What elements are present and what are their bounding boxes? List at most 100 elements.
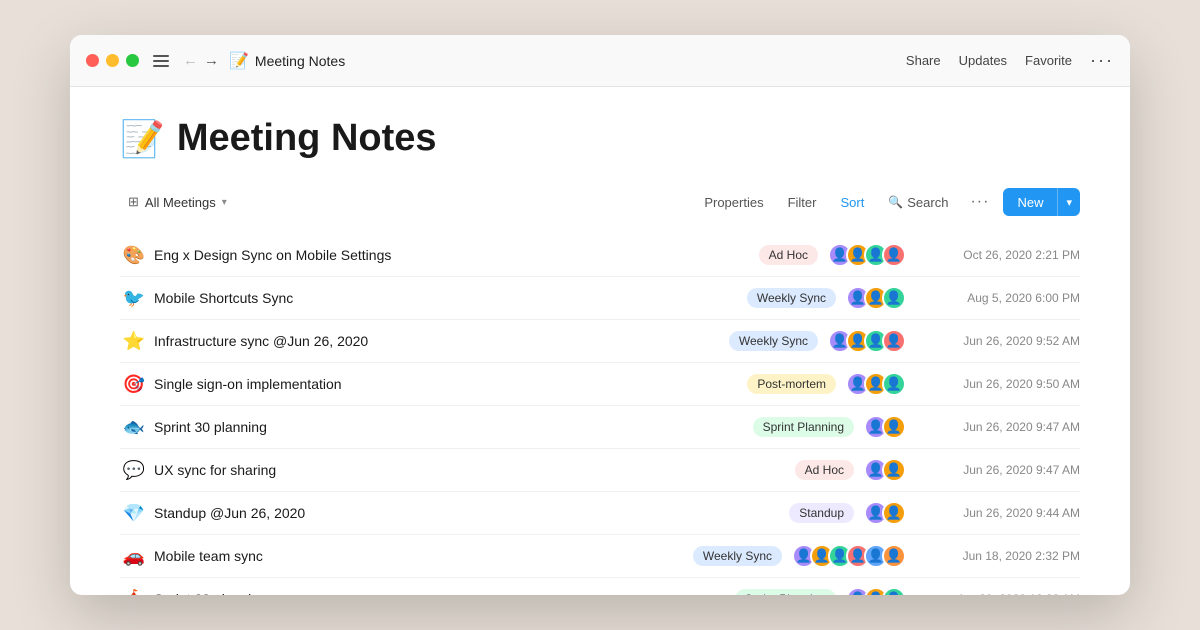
chevron-down-icon: ▾ [222, 197, 227, 208]
row-title: Standup @Jun 26, 2020 [154, 505, 789, 521]
row-date: Jun 26, 2020 9:47 AM [920, 463, 1080, 477]
row-date: Jun 26, 2020 9:47 AM [920, 420, 1080, 434]
search-icon: 🔍 [888, 195, 903, 209]
app-window: ← → 📝 Meeting Notes Share Updates Favori… [70, 35, 1130, 595]
share-button[interactable]: Share [906, 53, 941, 68]
row-avatars: 👤👤👤 [846, 372, 906, 396]
table-row[interactable]: 🎨 Eng x Design Sync on Mobile SettingsAd … [120, 234, 1080, 277]
row-date: Apr 30, 2020 12:33 AM [920, 592, 1080, 595]
row-avatars: 👤👤 [864, 501, 906, 525]
table-row[interactable]: 🐟 Sprint 30 planningSprint Planning 👤👤 Jun … [120, 406, 1080, 449]
row-avatars: 👤👤👤👤 [828, 329, 906, 353]
row-title: Sprint 28 planning [154, 591, 735, 595]
row-emoji: 💎 [120, 503, 148, 524]
row-tag: Weekly Sync [693, 546, 782, 566]
avatar: 👤 [882, 243, 906, 267]
table-view-icon: ⊞ [128, 194, 139, 210]
row-title: Infrastructure sync @Jun 26, 2020 [154, 333, 729, 349]
traffic-lights [86, 54, 139, 67]
avatar: 👤 [882, 544, 906, 568]
back-arrow-icon[interactable]: ← [183, 52, 198, 69]
row-tag: Sprint Planning [735, 589, 836, 595]
row-emoji: 🎪 [120, 589, 148, 596]
avatar: 👤 [882, 372, 906, 396]
page-header: 📝 Meeting Notes [120, 117, 1080, 160]
row-tag: Weekly Sync [747, 288, 836, 308]
row-date: Jun 18, 2020 2:32 PM [920, 549, 1080, 563]
row-tag: Ad Hoc [759, 245, 818, 265]
nav-arrows: ← → [183, 52, 219, 69]
table-row[interactable]: 🎯 Single sign-on implementationPost-morte… [120, 363, 1080, 406]
row-date: Oct 26, 2020 2:21 PM [920, 248, 1080, 262]
table-row[interactable]: ⭐ Infrastructure sync @Jun 26, 2020Weekly… [120, 320, 1080, 363]
window-title: Meeting Notes [255, 53, 906, 69]
avatar: 👤 [882, 501, 906, 525]
page-title: Meeting Notes [177, 117, 437, 160]
row-tag: Standup [789, 503, 854, 523]
table-row[interactable]: 💎 Standup @Jun 26, 2020Standup 👤👤 Jun 26, 2… [120, 492, 1080, 535]
row-emoji: 💬 [120, 460, 148, 481]
row-emoji: 🐦 [120, 288, 148, 309]
minimize-button[interactable] [106, 54, 119, 67]
search-button[interactable]: 🔍 Search [880, 190, 956, 215]
row-emoji: 🎨 [120, 245, 148, 266]
row-title: Mobile Shortcuts Sync [154, 290, 747, 306]
filter-button[interactable]: Filter [780, 190, 825, 215]
more-options-icon[interactable]: ··· [1090, 50, 1114, 71]
row-tag: Ad Hoc [795, 460, 854, 480]
more-options-button[interactable]: ··· [964, 188, 995, 216]
avatar: 👤 [882, 458, 906, 482]
page-emoji: 📝 [120, 118, 165, 160]
row-avatars: 👤👤👤👤👤👤 [792, 544, 906, 568]
menu-icon[interactable] [153, 55, 169, 67]
search-label: Search [907, 195, 948, 210]
table-row[interactable]: 🎪 Sprint 28 planningSprint Planning 👤👤👤 Apr… [120, 578, 1080, 595]
toolbar: ⊞ All Meetings ▾ Properties Filter Sort … [120, 188, 1080, 216]
forward-arrow-icon[interactable]: → [204, 52, 219, 69]
updates-button[interactable]: Updates [959, 53, 1007, 68]
avatar: 👤 [882, 329, 906, 353]
row-title: Single sign-on implementation [154, 376, 747, 392]
new-button[interactable]: New ▾ [1003, 188, 1080, 216]
sort-button[interactable]: Sort [832, 190, 872, 215]
row-title: Sprint 30 planning [154, 419, 753, 435]
view-selector[interactable]: ⊞ All Meetings ▾ [120, 190, 235, 214]
row-date: Jun 26, 2020 9:44 AM [920, 506, 1080, 520]
row-avatars: 👤👤 [864, 458, 906, 482]
row-title: Mobile team sync [154, 548, 693, 564]
row-emoji: 🎯 [120, 374, 148, 395]
row-avatars: 👤👤👤 [846, 587, 906, 595]
row-tag: Sprint Planning [753, 417, 854, 437]
new-button-label: New [1003, 189, 1057, 216]
avatar: 👤 [882, 587, 906, 595]
table-row[interactable]: 🚗 Mobile team syncWeekly Sync 👤👤👤👤👤👤 Jun 18… [120, 535, 1080, 578]
row-tag: Weekly Sync [729, 331, 818, 351]
close-button[interactable] [86, 54, 99, 67]
meetings-table: 🎨Eng x Design Sync on Mobile SettingsAd … [120, 234, 1080, 595]
row-title: UX sync for sharing [154, 462, 795, 478]
maximize-button[interactable] [126, 54, 139, 67]
row-date: Jun 26, 2020 9:50 AM [920, 377, 1080, 391]
row-date: Jun 26, 2020 9:52 AM [920, 334, 1080, 348]
table-row[interactable]: 🐦 Mobile Shortcuts SyncWeekly Sync 👤👤👤 Aug … [120, 277, 1080, 320]
row-emoji: ⭐ [120, 331, 148, 352]
page-icon: 📝 [229, 51, 249, 71]
row-date: Aug 5, 2020 6:00 PM [920, 291, 1080, 305]
row-title: Eng x Design Sync on Mobile Settings [154, 247, 759, 263]
table-row[interactable]: 💬 UX sync for sharingAd Hoc 👤👤 Jun 26, 2020… [120, 449, 1080, 492]
avatar: 👤 [882, 415, 906, 439]
titlebar: ← → 📝 Meeting Notes Share Updates Favori… [70, 35, 1130, 87]
avatar: 👤 [882, 286, 906, 310]
properties-button[interactable]: Properties [696, 190, 771, 215]
row-avatars: 👤👤👤 [846, 286, 906, 310]
row-emoji: 🚗 [120, 546, 148, 567]
favorite-button[interactable]: Favorite [1025, 53, 1072, 68]
view-label: All Meetings [145, 195, 216, 210]
row-emoji: 🐟 [120, 417, 148, 438]
new-btn-caret-icon[interactable]: ▾ [1058, 190, 1080, 215]
row-avatars: 👤👤👤👤 [828, 243, 906, 267]
row-avatars: 👤👤 [864, 415, 906, 439]
content-area: 📝 Meeting Notes ⊞ All Meetings ▾ Propert… [70, 87, 1130, 595]
titlebar-actions: Share Updates Favorite ··· [906, 50, 1114, 71]
row-tag: Post-mortem [747, 374, 836, 394]
